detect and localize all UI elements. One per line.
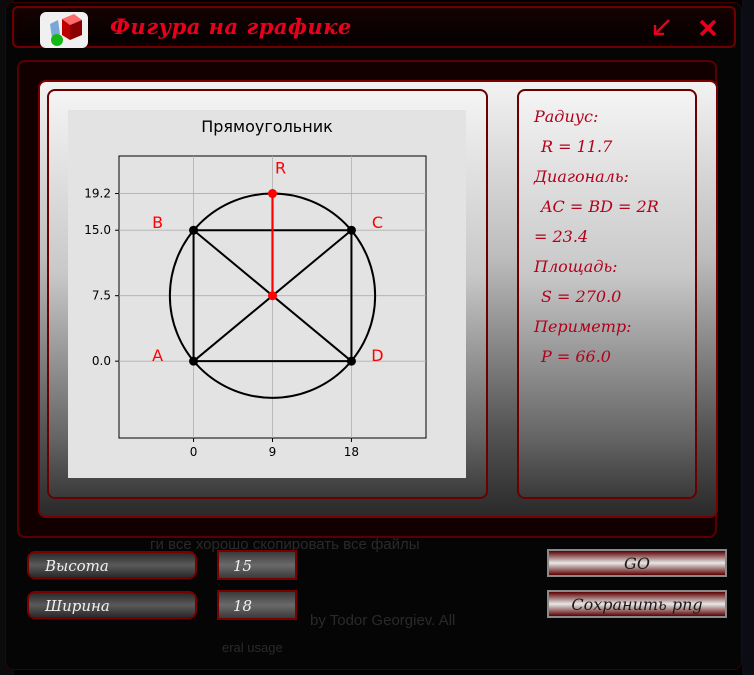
vertex-label-c: C (372, 213, 383, 232)
vertex-label-d: D (371, 346, 383, 365)
height-label: Высота (27, 551, 197, 579)
radius-label: Радиус: (534, 107, 599, 126)
area-value: S = 270.0 (541, 287, 622, 306)
title-bar[interactable]: Фигура на графике (12, 6, 736, 48)
radius-label-r: R (275, 159, 286, 178)
app-cube-icon (40, 12, 88, 48)
height-input[interactable]: 15 (217, 550, 297, 580)
y-tick-label: 19.2 (84, 187, 111, 201)
diagonal-label: Диагональ: (534, 167, 629, 186)
window-title: Фигура на графике (110, 14, 352, 39)
vertex-point-a (189, 356, 199, 366)
width-input[interactable]: 18 (217, 590, 297, 620)
x-tick-label: 18 (344, 445, 359, 459)
close-icon[interactable] (697, 17, 719, 39)
vertex-point-c (346, 225, 356, 235)
background-window-right (742, 0, 754, 675)
save-png-button[interactable]: Сохранить png (547, 590, 727, 618)
minimize-arrow-icon[interactable] (650, 17, 672, 39)
y-tick-label: 7.5 (92, 289, 111, 303)
area-label: Площадь: (534, 257, 618, 276)
perimeter-value: P = 66.0 (541, 347, 611, 366)
width-label: Ширина (27, 591, 197, 619)
background-text-3: eral usage (222, 640, 283, 655)
y-tick-label: 15.0 (84, 223, 111, 237)
diagonal-value: AC = BD = 2R (541, 197, 659, 216)
chart-title: Прямоугольник (201, 117, 333, 136)
radius-value: R = 11.7 (541, 137, 613, 156)
center-point (268, 291, 277, 301)
diagonal-value-continued: = 23.4 (534, 227, 589, 246)
vertex-point-b (189, 225, 199, 235)
rectangle-chart: Прямоугольник 0 9 18 0.0 7.5 15.0 19.2 A B C D R (68, 110, 466, 478)
x-tick-label: 9 (269, 445, 277, 459)
vertex-point-d (346, 356, 356, 366)
radius-end-point (268, 189, 277, 199)
perimeter-label: Периметр: (534, 317, 632, 336)
vertex-label-b: B (152, 213, 163, 232)
go-button[interactable]: GO (547, 549, 727, 577)
background-text-2: by Todor Georgiev. All (310, 612, 456, 629)
vertex-label-a: A (152, 346, 163, 365)
y-tick-label: 0.0 (92, 354, 111, 368)
x-tick-label: 0 (190, 445, 198, 459)
